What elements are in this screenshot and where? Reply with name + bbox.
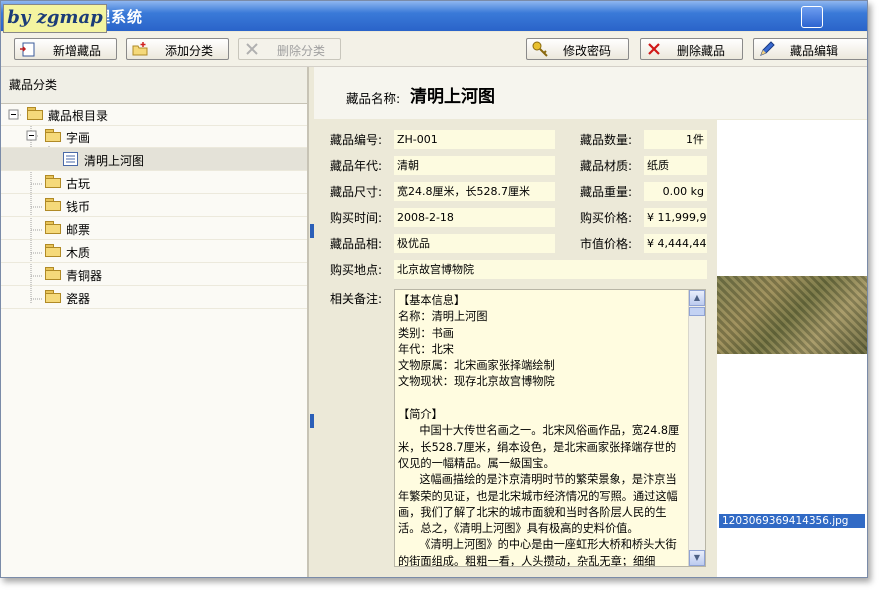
folder-open-icon xyxy=(45,129,61,142)
size-field[interactable]: 宽24.8厘米，长528.7厘米 xyxy=(394,182,555,201)
purchase-place-field[interactable]: 北京故宫博物院 xyxy=(394,260,707,279)
scroll-down-icon[interactable]: ▼ xyxy=(689,550,705,566)
folder-icon xyxy=(45,198,61,211)
app-window: 收藏品管理系统 新增藏品 添加分类 删除分类 修改密码 删除藏品 藏品编辑 藏 xyxy=(0,0,868,578)
photo-filename[interactable]: 1203069369414356.jpg xyxy=(719,514,865,528)
folder-icon xyxy=(45,267,61,280)
add-category-button[interactable]: 添加分类 xyxy=(126,38,229,60)
change-password-button[interactable]: 修改密码 xyxy=(526,38,629,60)
tree-root[interactable]: 藏品根目录 xyxy=(1,103,307,126)
scroll-up-icon[interactable]: ▲ xyxy=(689,290,705,306)
key-icon xyxy=(532,41,548,57)
minimize-button[interactable] xyxy=(801,6,823,28)
tree-item-antiques[interactable]: 古玩 xyxy=(1,171,307,194)
add-folder-icon xyxy=(132,42,148,56)
field-label: 市值价格: xyxy=(580,237,633,251)
edit-item-label: 藏品编辑 xyxy=(790,44,839,58)
field-label: 藏品数量: xyxy=(580,133,633,147)
tree-item-label: 木质 xyxy=(66,246,91,260)
document-icon xyxy=(63,152,78,166)
tree-item-wood[interactable]: 木质 xyxy=(1,240,307,263)
tree-item-label: 瓷器 xyxy=(66,292,91,306)
category-panel: 藏品分类 藏品根目录 字画 清明上河图 古玩 钱币 邮票 木质 青铜器 瓷器 xyxy=(1,67,308,577)
tree-item-label: 青铜器 xyxy=(66,269,103,283)
tree-item-label: 字画 xyxy=(66,131,91,145)
tree-root-label: 藏品根目录 xyxy=(48,109,109,123)
title-bar[interactable]: 收藏品管理系统 xyxy=(1,1,867,31)
notes-label: 相关备注: xyxy=(330,292,383,306)
tree-item-bronze[interactable]: 青铜器 xyxy=(1,263,307,286)
notes-textarea[interactable]: 【基本信息】 名称：清明上河图 类别：书画 年代：北宋 文物原属：北宋画家张择端… xyxy=(394,289,706,567)
market-price-field[interactable]: ¥ 4,444,440 xyxy=(644,234,707,253)
scroll-thumb[interactable] xyxy=(689,307,705,316)
field-label: 藏品材质: xyxy=(580,159,633,173)
tree-item-label: 钱币 xyxy=(66,200,91,214)
tree-item-label: 清明上河图 xyxy=(84,154,145,168)
edit-pen-icon xyxy=(760,41,775,56)
weight-field[interactable]: 0.00 kg xyxy=(644,182,707,201)
item-name-row: 藏品名称: 清明上河图 xyxy=(314,67,867,119)
folder-icon xyxy=(45,221,61,234)
delete-icon xyxy=(648,43,660,55)
notes-text: 【基本信息】 名称：清明上河图 类别：书画 年代：北宋 文物原属：北宋画家张择端… xyxy=(398,294,680,567)
folder-icon xyxy=(45,175,61,188)
field-label: 购买时间: xyxy=(330,211,383,225)
material-field[interactable]: 纸质 xyxy=(644,156,707,175)
purchase-time-field[interactable]: 2008-2-18 xyxy=(394,208,555,227)
notes-scrollbar[interactable]: ▲ ▼ xyxy=(688,290,705,566)
add-category-label: 添加分类 xyxy=(165,44,214,58)
delete-category-button[interactable]: 删除分类 xyxy=(238,38,341,60)
condition-field[interactable]: 极优品 xyxy=(394,234,555,253)
era-field[interactable]: 清朝 xyxy=(394,156,555,175)
change-password-label: 修改密码 xyxy=(563,44,612,58)
photo-panel: 1203069369414356.jpg xyxy=(717,120,867,577)
tree-item-porcelain[interactable]: 瓷器 xyxy=(1,286,307,309)
field-label: 藏品尺寸: xyxy=(330,185,383,199)
field-label: 购买地点: xyxy=(330,263,383,277)
field-label: 藏品品相: xyxy=(330,237,383,251)
tree-item-qingming[interactable]: 清明上河图 xyxy=(1,148,307,171)
item-number-field[interactable]: ZH-001 xyxy=(394,130,555,149)
tree-item-stamps[interactable]: 邮票 xyxy=(1,217,307,240)
delete-category-label: 删除分类 xyxy=(277,44,326,58)
tree-item-label: 邮票 xyxy=(66,223,91,237)
watermark-logo: by zgmap xyxy=(3,4,107,33)
field-label: 藏品重量: xyxy=(580,185,633,199)
tree-item-label: 古玩 xyxy=(66,177,91,191)
folder-open-icon xyxy=(27,107,43,120)
delete-item-button[interactable]: 删除藏品 xyxy=(640,38,743,60)
item-name-value: 清明上河图 xyxy=(410,87,495,107)
new-item-label: 新增藏品 xyxy=(53,44,102,58)
new-item-button[interactable]: 新增藏品 xyxy=(14,38,117,60)
category-panel-title: 藏品分类 xyxy=(1,67,307,104)
toolbar: 新增藏品 添加分类 删除分类 修改密码 删除藏品 藏品编辑 xyxy=(1,32,867,67)
purchase-price-field[interactable]: ¥ 11,999,99 xyxy=(644,208,707,227)
item-photo[interactable] xyxy=(717,276,867,354)
delete-icon xyxy=(246,43,258,55)
item-name-label: 藏品名称: xyxy=(346,91,401,106)
folder-icon xyxy=(45,290,61,303)
new-item-icon xyxy=(20,42,35,57)
field-label: 藏品年代: xyxy=(330,159,383,173)
field-label: 藏品编号: xyxy=(330,133,383,147)
tree-item-coins[interactable]: 钱币 xyxy=(1,194,307,217)
folder-icon xyxy=(45,244,61,257)
field-label: 购买价格: xyxy=(580,211,633,225)
delete-item-label: 删除藏品 xyxy=(677,44,726,58)
quantity-field[interactable]: 1件 xyxy=(644,130,707,149)
edit-item-button[interactable]: 藏品编辑 xyxy=(753,38,867,60)
tree-item-calligraphy[interactable]: 字画 xyxy=(1,125,307,148)
